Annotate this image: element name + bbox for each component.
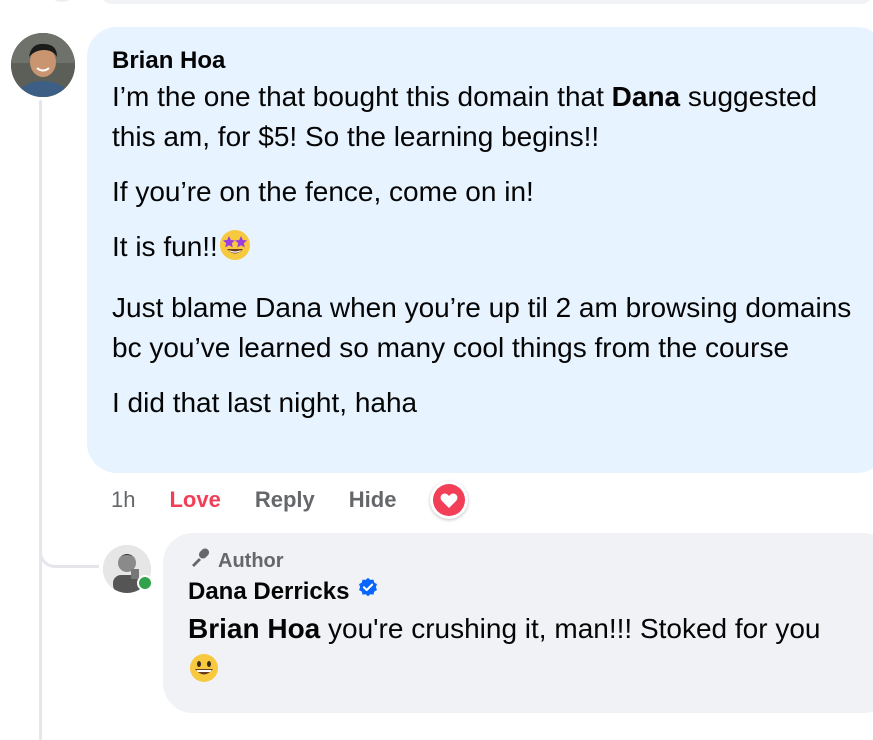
comment-actions: 1h Love Reply Hide <box>111 480 469 520</box>
author-tag-label: Author <box>218 549 284 572</box>
grinning-emoji-icon <box>188 652 220 695</box>
hide-button[interactable]: Hide <box>349 487 397 513</box>
previous-avatar-fragment <box>46 0 78 2</box>
heart-icon[interactable] <box>430 481 469 519</box>
reply-button[interactable]: Reply <box>255 487 315 513</box>
author-tag: Author <box>188 547 873 575</box>
love-button[interactable]: Love <box>169 487 220 513</box>
reply-text: Brian Hoa you're crushing it, man!!! Sto… <box>188 609 848 695</box>
comment-paragraph-2: If you’re on the fence, come on in! <box>112 176 534 207</box>
reply-bubble: Author Dana Derricks Brian Hoa you're cr… <box>163 533 873 713</box>
comment-paragraph-4: Just blame Dana when you’re up til 2 am … <box>112 292 852 363</box>
text-segment: I’m the one that bought this domain that <box>112 81 612 112</box>
mention-brian-hoa[interactable]: Brian Hoa <box>188 613 320 644</box>
star-struck-emoji-icon <box>218 228 252 273</box>
text-segment: you're crushing it, man!!! Stoked for yo… <box>320 613 821 644</box>
online-status-indicator <box>137 575 153 591</box>
previous-comment-fragment <box>100 0 873 4</box>
avatar-image <box>11 33 75 97</box>
reply-author: Dana Derricks <box>188 575 873 609</box>
avatar-dana-derricks[interactable] <box>103 545 153 593</box>
comment-timestamp[interactable]: 1h <box>111 487 135 513</box>
comment-paragraph-1: I’m the one that bought this domain that… <box>112 77 852 157</box>
verified-badge-icon <box>357 575 379 609</box>
avatar-brian-hoa[interactable] <box>11 33 75 97</box>
reply-author-name[interactable]: Dana Derricks <box>188 575 349 609</box>
thread-line <box>39 100 42 740</box>
comment-paragraph-5: I did that last night, haha <box>112 387 418 418</box>
text-segment: It is fun!! <box>112 231 218 262</box>
comment-bubble: Brian Hoa I’m the one that bought this d… <box>87 27 873 473</box>
thread-connector <box>39 520 99 568</box>
mention-dana[interactable]: Dana <box>612 81 680 112</box>
comment-paragraph-3: It is fun!! <box>112 227 852 273</box>
microphone-icon <box>188 546 212 576</box>
comment-author-name[interactable]: Brian Hoa <box>112 45 873 77</box>
